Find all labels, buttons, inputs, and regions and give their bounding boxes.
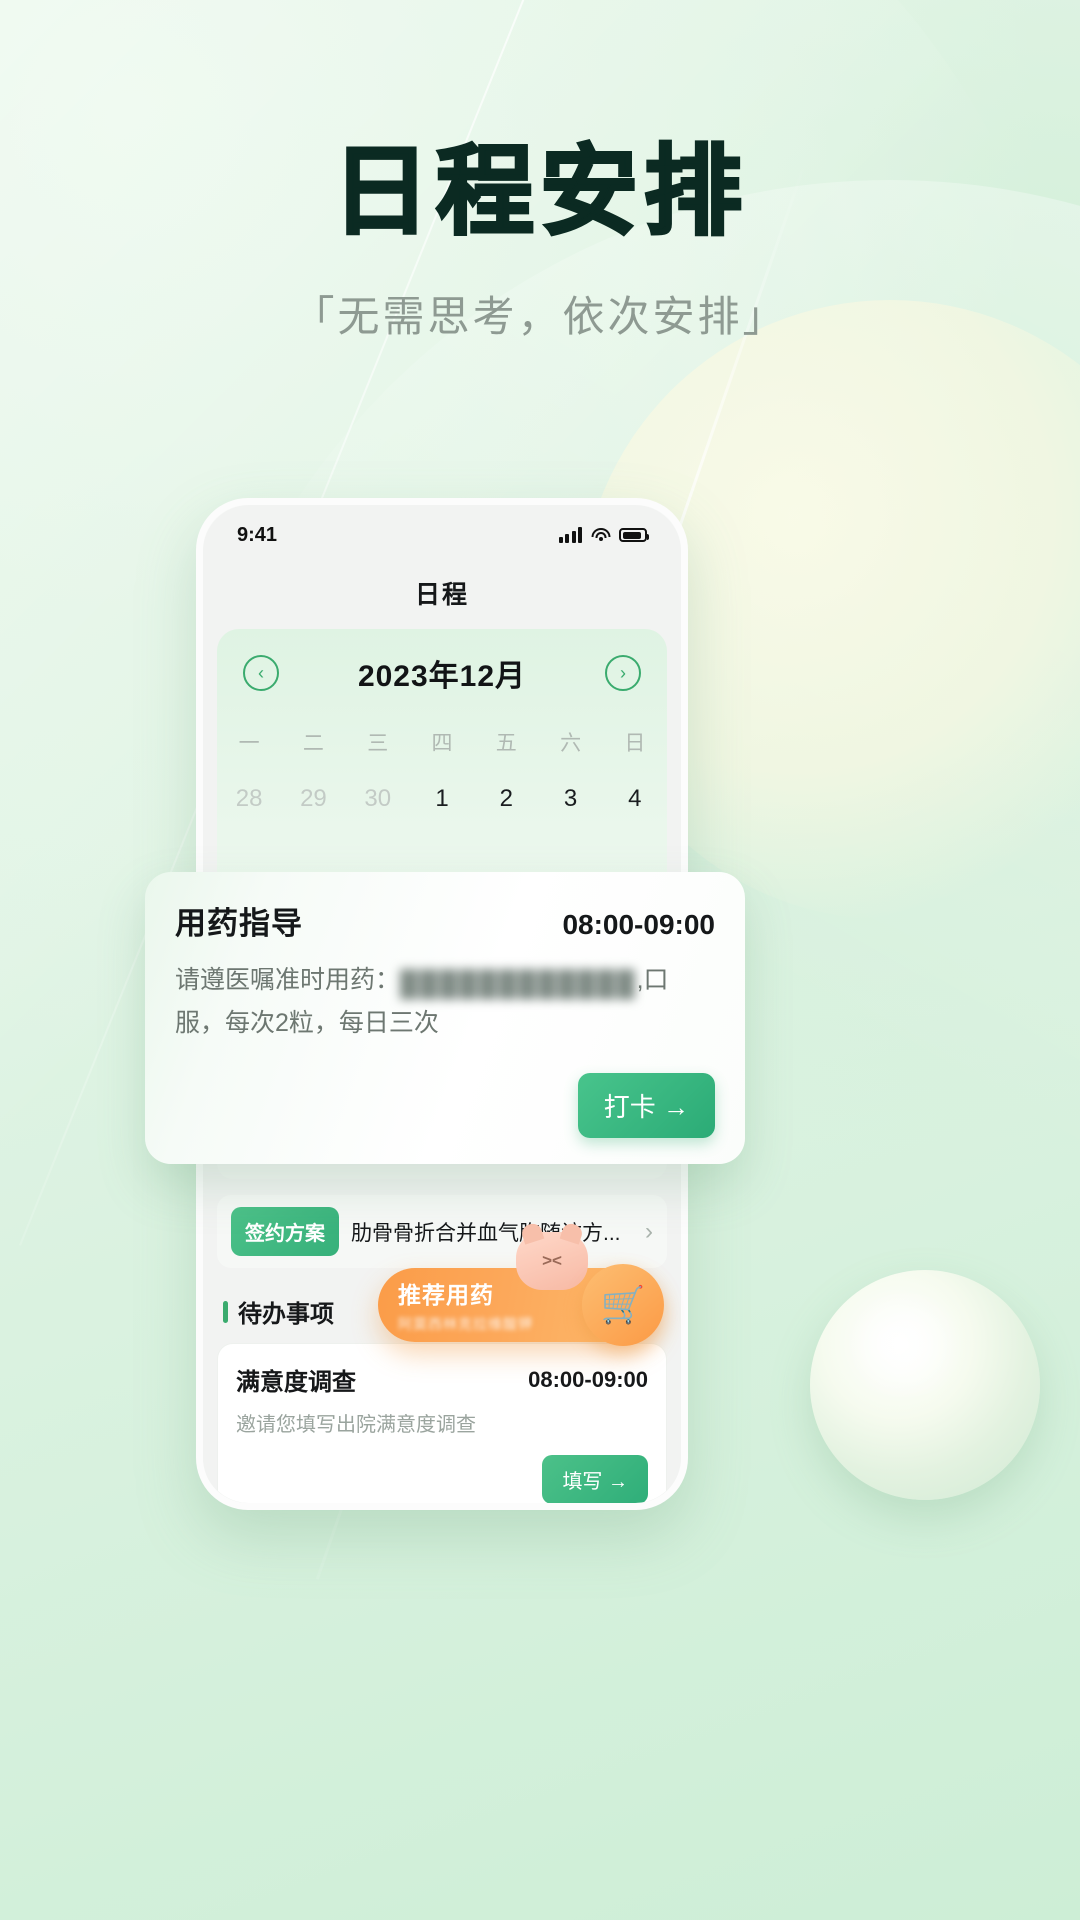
prev-month-button[interactable]: ‹: [243, 655, 279, 691]
recommend-subtitle: 阿莫西林克拉维酸钾: [398, 1316, 533, 1332]
todo-card[interactable]: 满意度调查 08:00-09:00 邀请您填写出院满意度调查 填写 →: [217, 1343, 667, 1503]
weekday-label: 四: [431, 732, 453, 755]
todo-description: 邀请您填写出院满意度调查: [236, 1414, 476, 1436]
calendar-day-cell[interactable]: 1: [410, 785, 474, 813]
medication-card-header: 用药指导 08:00-09:00: [175, 898, 715, 943]
weekday-label: 二: [302, 732, 324, 755]
chevron-right-icon[interactable]: ›: [645, 1218, 653, 1246]
calendar-day-cell[interactable]: 28: [217, 785, 281, 813]
weekday-label: 日: [624, 732, 646, 755]
recommend-medication-pill[interactable]: >< 推荐用药 阿莫西林克拉维酸钾 🛒: [378, 1232, 664, 1346]
plan-title: 肋骨骨折合并血气胸随访方...: [351, 1221, 621, 1245]
medication-card-time: 08:00-09:00: [562, 909, 715, 940]
todo-fill-button[interactable]: 填写 →: [542, 1455, 648, 1503]
battery-icon: [619, 528, 649, 542]
check-in-button[interactable]: 打卡 →: [577, 1072, 715, 1138]
page-title: 日程安排: [330, 135, 748, 249]
weekday-label: 三: [367, 732, 389, 755]
todo-action-row: 填写 →: [236, 1455, 648, 1503]
calendar-day-cell[interactable]: 30: [346, 785, 410, 813]
medication-action-row: 打卡 →: [175, 1072, 715, 1138]
background-sphere: [810, 1270, 1040, 1500]
medication-guidance-card[interactable]: 用药指导 08:00-09:00 请遵医嘱准时用药：████████████,口…: [145, 872, 745, 1164]
recommend-text-wrap: 推荐用药 阿莫西林克拉维酸钾: [398, 1276, 533, 1334]
hero-section: 日程安排 「无需思考，依次安排」: [0, 0, 1080, 344]
nav-title: 日程: [414, 581, 469, 609]
weekday-label: 五: [495, 732, 517, 755]
signal-bars-icon: [558, 527, 582, 543]
calendar-weekday-row: 一 二 三 四 五 六 日: [217, 727, 667, 757]
status-bar-icons: [558, 527, 649, 543]
section-accent-bar: [223, 1300, 228, 1323]
calendar-day-cell[interactable]: 4: [603, 785, 667, 813]
medication-name-blurred: ████████████: [400, 970, 637, 998]
medication-card-title: 用药指导: [175, 906, 303, 941]
calendar-day-cell[interactable]: 2: [474, 785, 538, 813]
todo-card-header: 满意度调查 08:00-09:00: [236, 1362, 648, 1397]
plan-tag-badge: 签约方案: [231, 1207, 339, 1256]
page-subtitle: 「无需思考，依次安排」: [292, 293, 788, 340]
shopping-cart-icon[interactable]: 🛒: [582, 1264, 664, 1346]
weekday-label: 一: [238, 732, 260, 755]
signed-plan-row[interactable]: 签约方案 肋骨骨折合并血气胸随访方... ›: [217, 1195, 667, 1268]
status-bar-time: 9:41: [237, 523, 278, 546]
weekday-label: 六: [560, 732, 582, 755]
pig-mascot-icon: ><: [516, 1232, 588, 1290]
next-month-button[interactable]: ›: [604, 655, 641, 691]
calendar-header: ‹ 2023年12月 ›: [217, 651, 667, 695]
todo-time: 08:00-09:00: [528, 1366, 648, 1392]
todo-title: 满意度调查: [236, 1369, 356, 1396]
medication-card-description: 请遵医嘱准时用药：████████████,口服，每次2粒，每日三次: [175, 961, 715, 1043]
recommend-title: 推荐用药: [398, 1282, 494, 1308]
calendar-day-cell[interactable]: 29: [281, 785, 345, 813]
wifi-icon: [591, 528, 610, 542]
status-bar: 9:41: [203, 505, 681, 559]
calendar-month-label: 2023年12月: [357, 660, 527, 693]
calendar-day-cell[interactable]: 3: [538, 785, 602, 813]
calendar-week-row: 28 29 30 1 2 3 4: [217, 785, 667, 813]
medication-desc-prefix: 请遵医嘱准时用药：: [175, 966, 401, 994]
section-title: 待办事项: [238, 1301, 334, 1328]
